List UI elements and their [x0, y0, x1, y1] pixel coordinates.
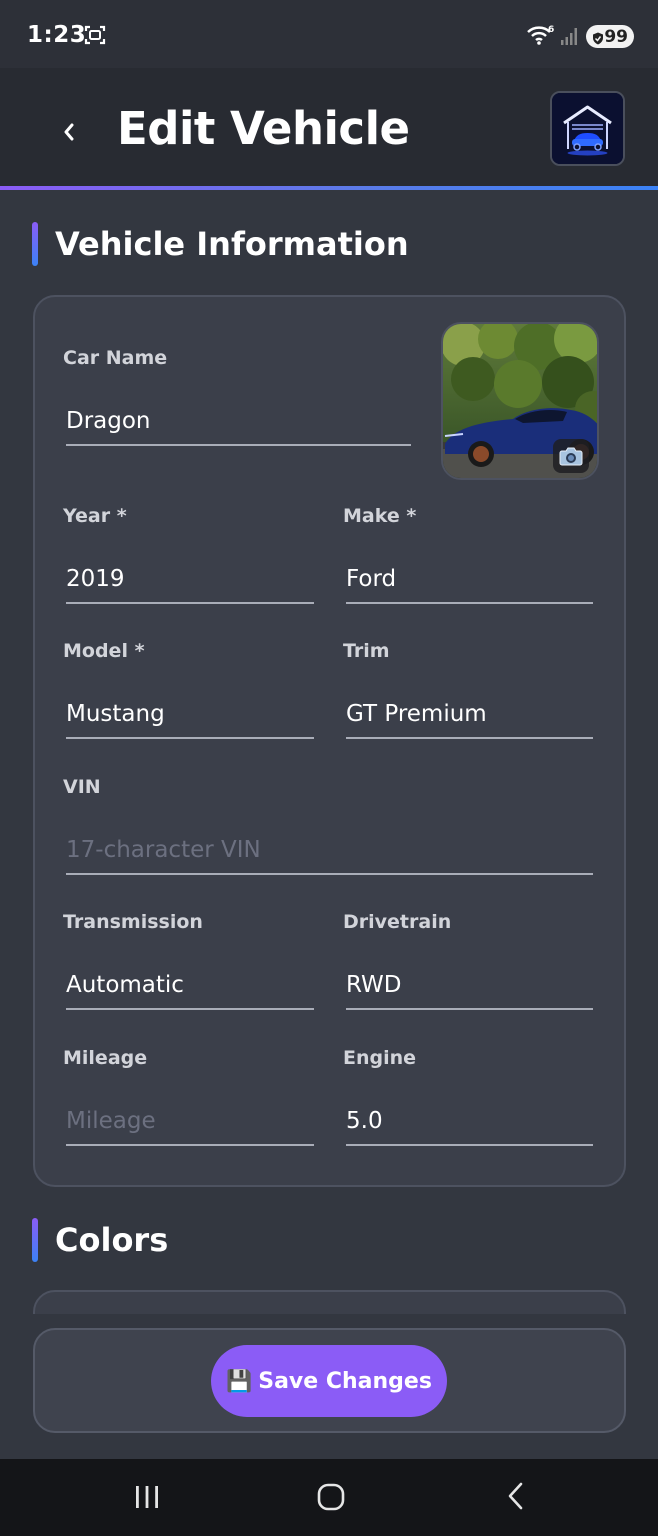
garage-logo-icon[interactable] — [550, 91, 625, 166]
transmission-label: Transmission — [63, 911, 203, 933]
year-label: Year * — [63, 505, 127, 527]
engine-input[interactable]: 5.0 — [346, 1098, 593, 1146]
nav-back-icon[interactable] — [505, 1481, 527, 1516]
battery-indicator: 99 — [586, 25, 634, 48]
signal-icon — [560, 26, 580, 51]
battery-level: 99 — [604, 26, 628, 47]
engine-label: Engine — [343, 1047, 417, 1069]
floppy-disk-icon: 💾 — [226, 1368, 253, 1393]
car-name-input[interactable]: Dragon — [66, 398, 411, 446]
status-time: 1:23 — [27, 22, 87, 48]
section-title: Vehicle Information — [55, 225, 409, 263]
make-input[interactable]: Ford — [346, 556, 593, 604]
section-title: Colors — [55, 1221, 169, 1259]
section-heading-vehicle-info: Vehicle Information — [32, 222, 409, 266]
recents-icon[interactable] — [133, 1483, 161, 1516]
vin-input[interactable]: 17-character VIN — [66, 827, 593, 875]
section-heading-colors: Colors — [32, 1218, 168, 1262]
camera-icon — [559, 447, 583, 466]
section-accent-bar — [32, 1218, 38, 1262]
vin-label: VIN — [63, 776, 101, 798]
drivetrain-label: Drivetrain — [343, 911, 452, 933]
header-accent-line — [0, 186, 658, 190]
chevron-left-icon — [64, 123, 74, 141]
screenshot-icon — [84, 24, 106, 51]
section-accent-bar — [32, 222, 38, 266]
car-name-label: Car Name — [63, 347, 168, 369]
save-changes-label: Save Changes — [258, 1368, 432, 1394]
home-icon[interactable] — [316, 1482, 346, 1517]
network-badge: 6 — [548, 25, 554, 35]
save-changes-button[interactable]: 💾 Save Changes — [211, 1345, 447, 1417]
back-button[interactable] — [54, 112, 84, 152]
change-photo-button[interactable] — [553, 439, 589, 473]
page-title: Edit Vehicle — [117, 102, 410, 155]
trim-label: Trim — [343, 640, 390, 662]
drivetrain-input[interactable]: RWD — [346, 962, 593, 1010]
mileage-label: Mileage — [63, 1047, 148, 1069]
trim-input[interactable]: GT Premium — [346, 691, 593, 739]
mileage-input[interactable]: Mileage — [66, 1098, 314, 1146]
wifi-icon: 6 — [526, 24, 556, 51]
model-label: Model * — [63, 640, 145, 662]
make-label: Make * — [343, 505, 417, 527]
model-input[interactable]: Mustang — [66, 691, 314, 739]
shield-icon — [592, 30, 604, 50]
year-input[interactable]: 2019 — [66, 556, 314, 604]
transmission-input[interactable]: Automatic — [66, 962, 314, 1010]
status-bar: 1:23 6 99 — [0, 0, 658, 68]
